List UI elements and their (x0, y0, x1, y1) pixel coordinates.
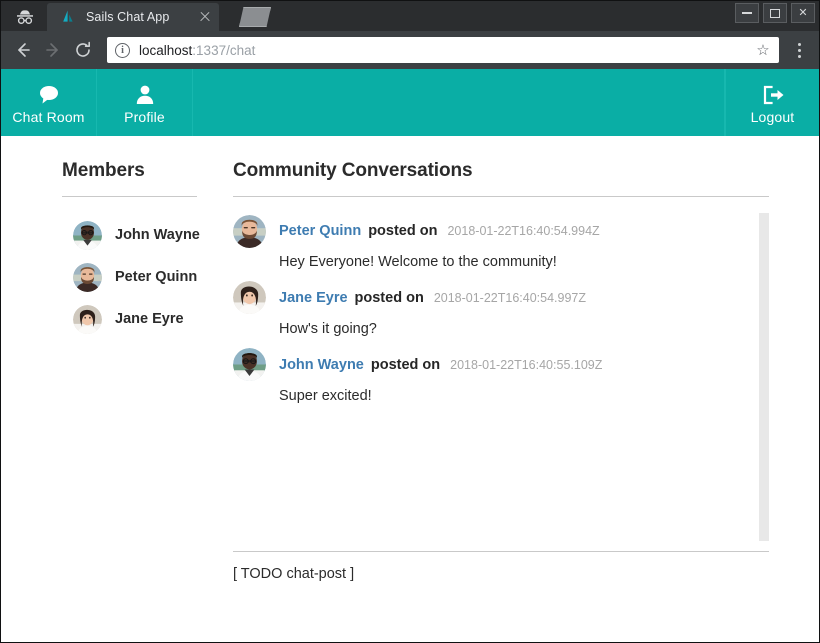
maximize-button[interactable] (763, 3, 787, 23)
member-name: Jane Eyre (115, 311, 184, 327)
member-name: John Wayne (115, 227, 200, 243)
message-author[interactable]: Peter Quinn (279, 223, 361, 239)
address-bar[interactable]: i localhost:1337/chat ☆ (107, 37, 779, 63)
avatar-jane-eyre (233, 281, 266, 314)
sails-logo-icon (61, 9, 77, 25)
chat-divider (233, 196, 769, 197)
url-path: :1337/chat (192, 43, 255, 58)
message-meta: Peter Quinn posted on 2018-01-22T16:40:5… (279, 223, 600, 239)
message-text: Hey Everyone! Welcome to the community! (233, 253, 745, 272)
posted-on-label: posted on (355, 290, 424, 306)
members-list: John Wayne (62, 214, 233, 340)
message-author[interactable]: John Wayne (279, 357, 364, 373)
message-text: How's it going? (233, 320, 745, 339)
message-meta: Jane Eyre posted on 2018-01-22T16:40:54.… (279, 290, 586, 306)
message-timestamp: 2018-01-22T16:40:54.997Z (434, 291, 586, 305)
back-arrow-icon[interactable] (9, 36, 37, 64)
new-tab-button[interactable] (239, 7, 271, 27)
avatar-jane-eyre (73, 305, 102, 334)
avatar-john-wayne (233, 348, 266, 381)
url-host: localhost (139, 43, 192, 58)
message-header: Jane Eyre posted on 2018-01-22T16:40:54.… (233, 280, 745, 316)
list-item[interactable]: Jane Eyre (62, 298, 233, 340)
url-text: localhost:1337/chat (139, 43, 255, 58)
forward-arrow-icon (39, 36, 67, 64)
messages-scrollbar[interactable] (759, 213, 769, 541)
nav-spacer (193, 69, 725, 136)
chat-panel: Community Conversations (233, 160, 819, 642)
avatar-john-wayne (73, 221, 102, 250)
info-circle-icon[interactable]: i (115, 43, 130, 58)
list-item[interactable]: Peter Quinn (62, 256, 233, 298)
chat-post-placeholder[interactable]: [ TODO chat-post ] (233, 552, 769, 582)
nav-item-profile[interactable]: Profile (97, 69, 193, 136)
nav-item-logout[interactable]: Logout (725, 69, 819, 136)
message-item: John Wayne posted on 2018-01-22T16:40:55… (233, 347, 745, 406)
message-timestamp: 2018-01-22T16:40:55.109Z (450, 358, 602, 372)
message-author[interactable]: Jane Eyre (279, 290, 348, 306)
message-meta: John Wayne posted on 2018-01-22T16:40:55… (279, 357, 602, 373)
nav-item-chat-room[interactable]: Chat Room (1, 69, 97, 136)
message-timestamp: 2018-01-22T16:40:54.994Z (447, 224, 599, 238)
browser-toolbar: i localhost:1337/chat ☆ (1, 31, 819, 69)
page-viewport: Chat Room Profile (1, 69, 819, 642)
message-item: Peter Quinn posted on 2018-01-22T16:40:5… (233, 213, 745, 272)
message-header: Peter Quinn posted on 2018-01-22T16:40:5… (233, 213, 745, 249)
message-header: John Wayne posted on 2018-01-22T16:40:55… (233, 347, 745, 383)
nav-item-logout-label: Logout (751, 109, 795, 125)
member-name: Peter Quinn (115, 269, 197, 285)
close-window-button[interactable]: ✕ (791, 3, 815, 23)
person-icon (134, 84, 156, 106)
list-item[interactable]: John Wayne (62, 214, 233, 256)
tab-title: Sails Chat App (86, 10, 185, 24)
nav-item-profile-label: Profile (124, 109, 165, 125)
site-navbar: Chat Room Profile (1, 69, 819, 136)
minimize-button[interactable] (735, 3, 759, 23)
three-dot-menu-icon[interactable] (787, 36, 811, 64)
reload-icon[interactable] (69, 36, 97, 64)
messages-list: Peter Quinn posted on 2018-01-22T16:40:5… (233, 213, 769, 543)
message-text: Super excited! (233, 387, 745, 406)
browser-window: Sails Chat App ✕ (0, 0, 820, 643)
page-content: Members (1, 136, 819, 642)
members-divider (62, 196, 197, 197)
tab-close-icon[interactable] (197, 9, 213, 25)
posted-on-label: posted on (371, 357, 440, 373)
posted-on-label: posted on (368, 223, 437, 239)
speech-bubble-icon (37, 84, 61, 106)
incognito-icon (5, 3, 45, 31)
browser-tab[interactable]: Sails Chat App (47, 3, 219, 31)
message-item: Jane Eyre posted on 2018-01-22T16:40:54.… (233, 280, 745, 339)
members-title: Members (62, 160, 233, 182)
window-controls: ✕ (735, 3, 815, 23)
nav-item-chat-room-label: Chat Room (12, 109, 84, 125)
chat-title: Community Conversations (233, 160, 769, 182)
members-sidebar: Members (1, 160, 233, 642)
avatar-peter-quinn (233, 215, 266, 248)
titlebar: Sails Chat App ✕ (1, 1, 819, 31)
sign-out-icon (761, 84, 785, 106)
star-icon[interactable]: ☆ (753, 40, 773, 60)
avatar-peter-quinn (73, 263, 102, 292)
